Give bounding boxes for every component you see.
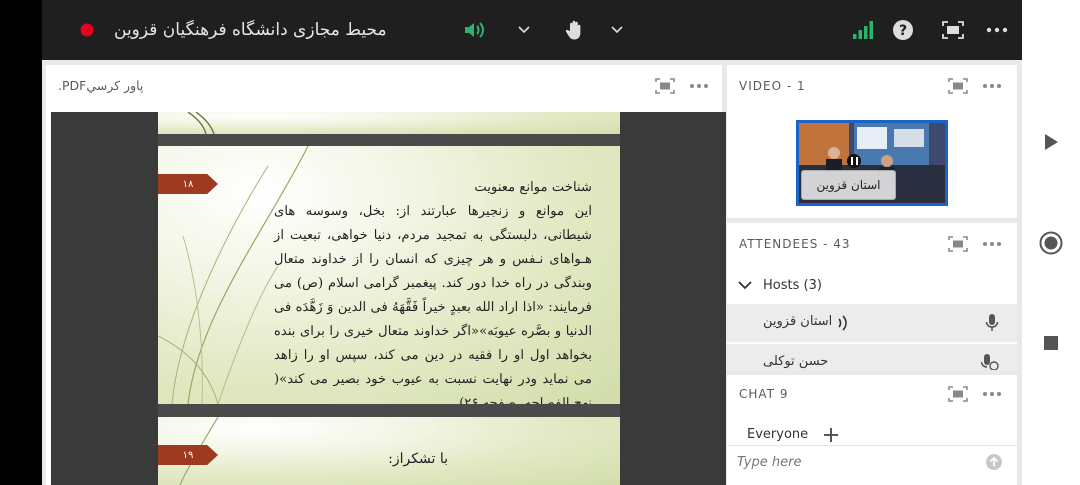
svg-text:?: ? — [899, 23, 907, 39]
attendees-more-icon[interactable] — [981, 234, 1003, 254]
record-circle-icon[interactable] — [1036, 228, 1066, 258]
attendees-pod-header: ATTENDEES - 43 — [727, 223, 1017, 265]
video-more-icon[interactable] — [981, 76, 1003, 96]
stop-icon[interactable] — [1036, 328, 1066, 358]
fullscreen-icon[interactable] — [938, 0, 968, 60]
attendee-row[interactable]: حسن توكلى — [727, 344, 1017, 370]
document-viewer[interactable]: ۱۸ شناخت موانع معنویت این موانع و زنجیره… — [51, 112, 726, 485]
slide-19: ۱۹ با تشکراز: — [158, 417, 620, 485]
top-toolbar: محیط مجازی دانشگاه فرهنگیان قزوین ? — [42, 0, 1022, 60]
video-fullscreen-icon[interactable] — [947, 76, 969, 96]
add-chat-tab-icon[interactable] — [824, 428, 838, 442]
android-nav-bar — [1022, 0, 1080, 485]
attendee-name: استان قزوین — [763, 314, 833, 329]
chat-pod-title: CHAT 9 — [739, 387, 789, 401]
attendees-pod: ATTENDEES - 43 Hosts (3) استان قزوین حسن… — [727, 223, 1017, 370]
chat-pod-header: CHAT 9 — [727, 375, 1017, 413]
record-dot-icon[interactable] — [72, 0, 102, 60]
chat-recipient-label: Everyone — [747, 427, 809, 442]
attendees-fullscreen-icon[interactable] — [947, 234, 969, 254]
hand-chevron-down-icon[interactable] — [607, 0, 627, 60]
help-icon[interactable]: ? — [888, 0, 918, 60]
slide-body-text: شناخت موانع معنویت این موانع و زنجیرها ع… — [274, 180, 592, 404]
microphone-icon — [985, 314, 999, 331]
attendees-pod-title: ATTENDEES - 43 — [739, 237, 851, 251]
app-title-container: محیط مجازی دانشگاه فرهنگیان قزوین — [114, 0, 394, 60]
video-pod-title: VIDEO - 1 — [739, 79, 806, 93]
chat-pod: CHAT 9 Everyone — [727, 375, 1017, 485]
app-title: محیط مجازی دانشگاه فرهنگیان قزوین — [114, 20, 387, 40]
speaker-icon[interactable] — [460, 0, 490, 60]
slide-body-text: با تشکراز: — [388, 451, 448, 467]
share-pod: .PDFپاور كرسي ۱۸ شناخت موانع معنویت این … — [46, 65, 726, 485]
attendee-row[interactable]: استان قزوین — [727, 304, 1017, 342]
meeting-layout: .PDFپاور كرسي ۱۸ شناخت موانع معنویت این … — [42, 60, 1022, 485]
video-pod: VIDEO - 1 استان قزوین — [727, 65, 1017, 218]
left-edge-bar — [0, 0, 42, 485]
microphone-muted-icon — [981, 354, 999, 370]
chat-input-area — [727, 445, 1017, 477]
hosts-group-header[interactable]: Hosts (3) — [727, 269, 1017, 303]
chat-fullscreen-icon[interactable] — [947, 384, 969, 404]
share-fullscreen-icon[interactable] — [654, 76, 676, 96]
more-icon[interactable] — [982, 0, 1012, 60]
share-pod-header: .PDFپاور كرسي — [46, 65, 722, 107]
slide-separator — [158, 404, 620, 417]
video-pod-header: VIDEO - 1 — [727, 65, 1017, 107]
previous-slide — [158, 112, 620, 134]
raise-hand-icon[interactable] — [560, 0, 590, 60]
share-pod-title: .PDFپاور كرسي — [58, 78, 144, 93]
chevron-down-icon — [738, 281, 752, 290]
play-icon[interactable] — [1036, 127, 1066, 157]
hosts-group-label: Hosts (3) — [763, 278, 822, 293]
speaking-wave-icon — [838, 315, 847, 331]
share-more-icon[interactable] — [688, 76, 710, 96]
slide-separator — [158, 134, 620, 146]
signal-bars-icon[interactable] — [848, 0, 878, 60]
slide-18: ۱۸ شناخت موانع معنویت این موانع و زنجیره… — [158, 146, 620, 404]
audio-chevron-down-icon[interactable] — [514, 0, 534, 60]
video-name-chip: استان قزوین — [801, 170, 896, 200]
slide-number-badge: ۱۹ — [158, 445, 218, 465]
chat-input[interactable] — [737, 451, 977, 473]
chat-recipient-tab[interactable]: Everyone — [727, 425, 1017, 445]
video-feed[interactable]: استان قزوین — [796, 120, 948, 206]
send-message-icon[interactable] — [985, 453, 1003, 471]
chat-more-icon[interactable] — [981, 384, 1003, 404]
attendee-name: حسن توكلى — [763, 354, 829, 369]
slide-number-badge: ۱۸ — [158, 174, 218, 194]
